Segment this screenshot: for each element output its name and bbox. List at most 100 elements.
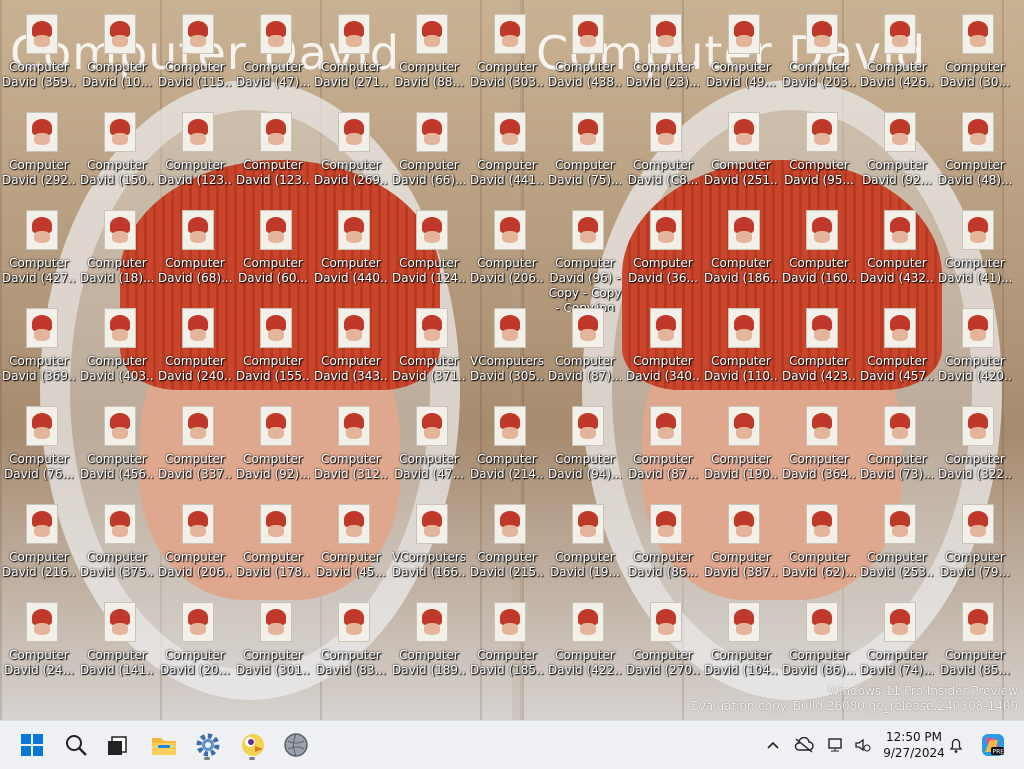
desktop-icon[interactable]: Computer David (86)... xyxy=(782,596,856,682)
desktop-icon[interactable]: Computer David (73)... xyxy=(860,400,934,486)
desktop-icon[interactable]: Computer David (104... xyxy=(704,596,778,682)
desktop-icon[interactable]: Computer David (251... xyxy=(704,106,778,192)
desktop-icon[interactable]: Computer David (30... xyxy=(938,8,1012,94)
desktop-icon[interactable]: Computer David (92... xyxy=(860,106,934,192)
cloud-off-icon[interactable] xyxy=(794,735,814,755)
desktop[interactable]: Computer David Computer David ComputerDa… xyxy=(0,0,1024,720)
desktop-icon[interactable]: Computer David (240... xyxy=(158,302,232,388)
desktop-icon[interactable]: Computer David (47)... xyxy=(236,8,310,94)
desktop-icon[interactable]: VComputers David (305... xyxy=(470,302,544,388)
desktop-icon[interactable]: Computer David (41)... xyxy=(938,204,1012,290)
desktop-icon[interactable]: Computer David (206... xyxy=(470,204,544,290)
desktop-icon[interactable]: Computer David (47... xyxy=(392,400,466,486)
desktop-icon[interactable]: Computer David (150... xyxy=(80,106,154,192)
desktop-icon[interactable]: Computer David (322... xyxy=(938,400,1012,486)
desktop-icon[interactable]: Computer David (24... xyxy=(2,596,76,682)
desktop-icon[interactable]: Computer David (20... xyxy=(158,596,232,682)
desktop-icon[interactable]: Computer David (123... xyxy=(236,106,310,192)
desktop-icon[interactable]: Computer David (48)... xyxy=(938,106,1012,192)
desktop-icon[interactable]: Computer David (185... xyxy=(470,596,544,682)
desktop-icon[interactable]: Computer David (440... xyxy=(314,204,388,290)
desktop-icon[interactable]: Computer David (160... xyxy=(782,204,856,290)
desktop-icon[interactable]: Computer David (303... xyxy=(470,8,544,94)
desktop-icon[interactable]: Computer David (123... xyxy=(158,106,232,192)
desktop-icon[interactable]: Computer David (75)... xyxy=(548,106,622,192)
desktop-icon[interactable]: Computer David (88... xyxy=(392,8,466,94)
desktop-icon[interactable]: Computer David (178... xyxy=(236,498,310,584)
desktop-icon[interactable]: Computer David (79... xyxy=(938,498,1012,584)
desktop-icon[interactable]: Computer David (214... xyxy=(470,400,544,486)
desktop-icon[interactable]: Computer David (86... xyxy=(626,498,700,584)
task-view-button[interactable] xyxy=(100,727,136,763)
start-button[interactable] xyxy=(14,727,50,763)
desktop-icon[interactable]: Computer David (87... xyxy=(626,400,700,486)
desktop-icon[interactable]: Computer David (340... xyxy=(626,302,700,388)
desktop-icon[interactable]: Computer David (301... xyxy=(236,596,310,682)
settings-button[interactable] xyxy=(190,727,226,763)
desktop-icon[interactable]: Computer David (186... xyxy=(704,204,778,290)
desktop-icon[interactable]: Computer David (441... xyxy=(470,106,544,192)
bell-icon[interactable] xyxy=(946,735,966,755)
clock[interactable]: 12:50 PM 9/27/2024 xyxy=(880,729,948,761)
desktop-icon[interactable]: Computer David (18)... xyxy=(80,204,154,290)
desktop-icon[interactable]: Computer David (371... xyxy=(392,302,466,388)
desktop-icon[interactable]: Computer David (375... xyxy=(80,498,154,584)
desktop-icon[interactable]: Computer David (215... xyxy=(470,498,544,584)
desktop-icon[interactable]: Computer David (364... xyxy=(782,400,856,486)
desktop-icon[interactable]: Computer David (337... xyxy=(158,400,232,486)
desktop-icon[interactable]: Computer David (94)... xyxy=(548,400,622,486)
network-icon[interactable] xyxy=(826,735,846,755)
desktop-icon[interactable]: Computer David (403... xyxy=(80,302,154,388)
desktop-icon[interactable]: Computer David (141... xyxy=(80,596,154,682)
desktop-icon[interactable]: Computer David (427... xyxy=(2,204,76,290)
desktop-icon[interactable]: Computer David (110... xyxy=(704,302,778,388)
desktop-icon[interactable]: Computer David (206... xyxy=(158,498,232,584)
desktop-icon[interactable]: Computer David (343... xyxy=(314,302,388,388)
desktop-icon[interactable]: Computer David (457... xyxy=(860,302,934,388)
desktop-icon[interactable]: Computer David (270... xyxy=(626,596,700,682)
desktop-icon[interactable]: Computer David (115... xyxy=(158,8,232,94)
desktop-icon[interactable]: Computer David (189... xyxy=(392,596,466,682)
desktop-icon[interactable]: Computer David (269... xyxy=(314,106,388,192)
desktop-icon[interactable]: Computer David (95... xyxy=(782,106,856,192)
file-explorer-button[interactable] xyxy=(146,727,182,763)
desktop-icon[interactable]: Computer David (155... xyxy=(236,302,310,388)
desktop-icon[interactable]: Computer David (76... xyxy=(2,400,76,486)
desktop-icon[interactable]: Computer David (45... xyxy=(314,498,388,584)
copilot-icon[interactable]: PRE xyxy=(980,732,1006,758)
desktop-icon[interactable]: Computer David (369... xyxy=(2,302,76,388)
desktop-icon[interactable]: Computer David (292... xyxy=(2,106,76,192)
desktop-icon[interactable]: Computer David (83... xyxy=(314,596,388,682)
desktop-icon[interactable]: Computer David (66)... xyxy=(392,106,466,192)
desktop-icon[interactable]: Computer David (203... xyxy=(782,8,856,94)
desktop-icon[interactable]: Computer David (124... xyxy=(392,204,466,290)
app-bird-button[interactable] xyxy=(235,727,271,763)
desktop-icon[interactable]: Computer David (92)... xyxy=(236,400,310,486)
desktop-icon[interactable]: VComputers David (166... xyxy=(392,498,466,584)
desktop-icon[interactable]: Computer David (456... xyxy=(80,400,154,486)
desktop-icon[interactable]: Computer David (62)... xyxy=(782,498,856,584)
desktop-icon[interactable]: Computer David (387... xyxy=(704,498,778,584)
desktop-icon[interactable]: Computer David (253... xyxy=(860,498,934,584)
desktop-icon[interactable]: Computer David (426... xyxy=(860,8,934,94)
desktop-icon[interactable]: Computer David (87)... xyxy=(548,302,622,388)
desktop-icon[interactable]: Computer David (C8... xyxy=(626,106,700,192)
desktop-icon[interactable]: Computer David (49... xyxy=(704,8,778,94)
app-globe-button[interactable] xyxy=(278,727,314,763)
desktop-icon[interactable]: Computer David (68)... xyxy=(158,204,232,290)
desktop-icon[interactable]: Computer David (422... xyxy=(548,596,622,682)
desktop-icon[interactable]: Computer David (432... xyxy=(860,204,934,290)
desktop-icon[interactable]: Computer David (312... xyxy=(314,400,388,486)
desktop-icon[interactable]: Computer David (271... xyxy=(314,8,388,94)
desktop-icon[interactable]: Computer David (216... xyxy=(2,498,76,584)
desktop-icon[interactable]: Computer David (60... xyxy=(236,204,310,290)
volume-icon[interactable] xyxy=(852,735,872,755)
search-button[interactable] xyxy=(58,727,94,763)
desktop-icon[interactable]: Computer David (36... xyxy=(626,204,700,290)
desktop-icon[interactable]: Computer David (10... xyxy=(80,8,154,94)
desktop-icon[interactable]: Computer David (74)... xyxy=(860,596,934,682)
desktop-icon[interactable]: Computer David (19... xyxy=(548,498,622,584)
desktop-icon[interactable]: Computer David (96) - Copy - Copy - Copy.jp… xyxy=(548,204,622,312)
desktop-icon[interactable]: Computer David (423... xyxy=(782,302,856,388)
desktop-icon[interactable]: Computer David (23)... xyxy=(626,8,700,94)
